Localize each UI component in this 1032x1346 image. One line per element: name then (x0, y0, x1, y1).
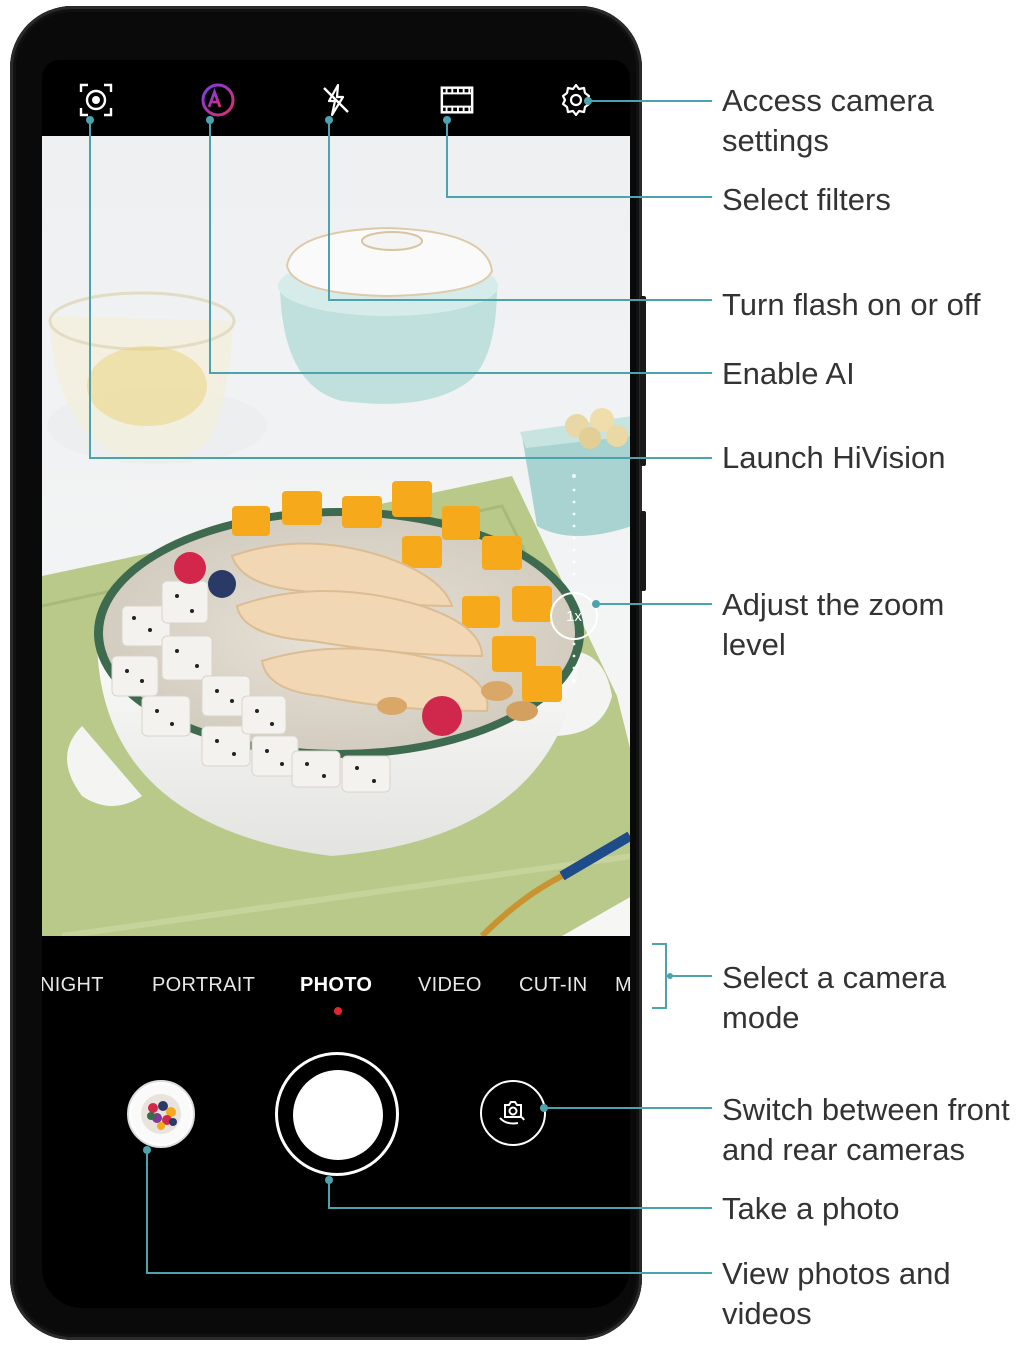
callout-filters: Select filters (722, 182, 891, 217)
callout-flash: Turn flash on or off (722, 287, 981, 322)
hivision-icon[interactable] (78, 82, 114, 118)
mode-cut-in[interactable]: CUT-IN (519, 974, 587, 997)
callout-hivision: Launch HiVision (722, 440, 946, 475)
settings-icon[interactable] (558, 82, 594, 118)
callout-zoom: Adjust the zoom level (722, 587, 945, 662)
mode-portrait[interactable]: PORTRAIT (152, 974, 255, 997)
viewfinder[interactable] (42, 136, 630, 936)
camera-mode-bar[interactable]: NIGHT PORTRAIT PHOTO VIDEO CUT-IN M (42, 936, 630, 1016)
power-button (640, 511, 646, 591)
mode-night[interactable]: NIGHT (42, 974, 104, 997)
mode-more[interactable]: M (615, 974, 630, 997)
callout-gallery: View photos and videos (722, 1256, 951, 1331)
callout-settings: Access camera settings (722, 83, 934, 158)
camera-screen: 1x NIGHT PORTRAIT PHOTO VIDEO CUT-IN M (42, 60, 630, 1308)
mode-video[interactable]: VIDEO (418, 974, 482, 997)
ai-icon[interactable] (200, 82, 236, 118)
zoom-control[interactable]: 1x (550, 592, 598, 640)
viewfinder-scene (42, 136, 630, 936)
flash-off-icon[interactable] (318, 82, 354, 118)
callout-ai: Enable AI (722, 356, 855, 391)
gallery-thumbnail-image (131, 1084, 191, 1144)
switch-camera-button[interactable] (480, 1080, 546, 1146)
switch-camera-icon (499, 1101, 525, 1125)
mode-photo[interactable]: PHOTO (300, 974, 372, 997)
volume-button (640, 296, 646, 466)
callout-switch: Switch between front and rear cameras (722, 1092, 1010, 1167)
callout-shutter: Take a photo (722, 1191, 900, 1226)
gallery-thumbnail[interactable] (127, 1080, 195, 1148)
camera-top-bar (42, 60, 630, 136)
filter-icon[interactable] (439, 82, 475, 118)
callout-mode: Select a camera mode (722, 960, 946, 1035)
zoom-label: 1x (566, 607, 582, 625)
phone-frame: 1x NIGHT PORTRAIT PHOTO VIDEO CUT-IN M (10, 6, 646, 1340)
active-mode-indicator (334, 1007, 342, 1015)
shutter-button[interactable] (293, 1070, 383, 1160)
